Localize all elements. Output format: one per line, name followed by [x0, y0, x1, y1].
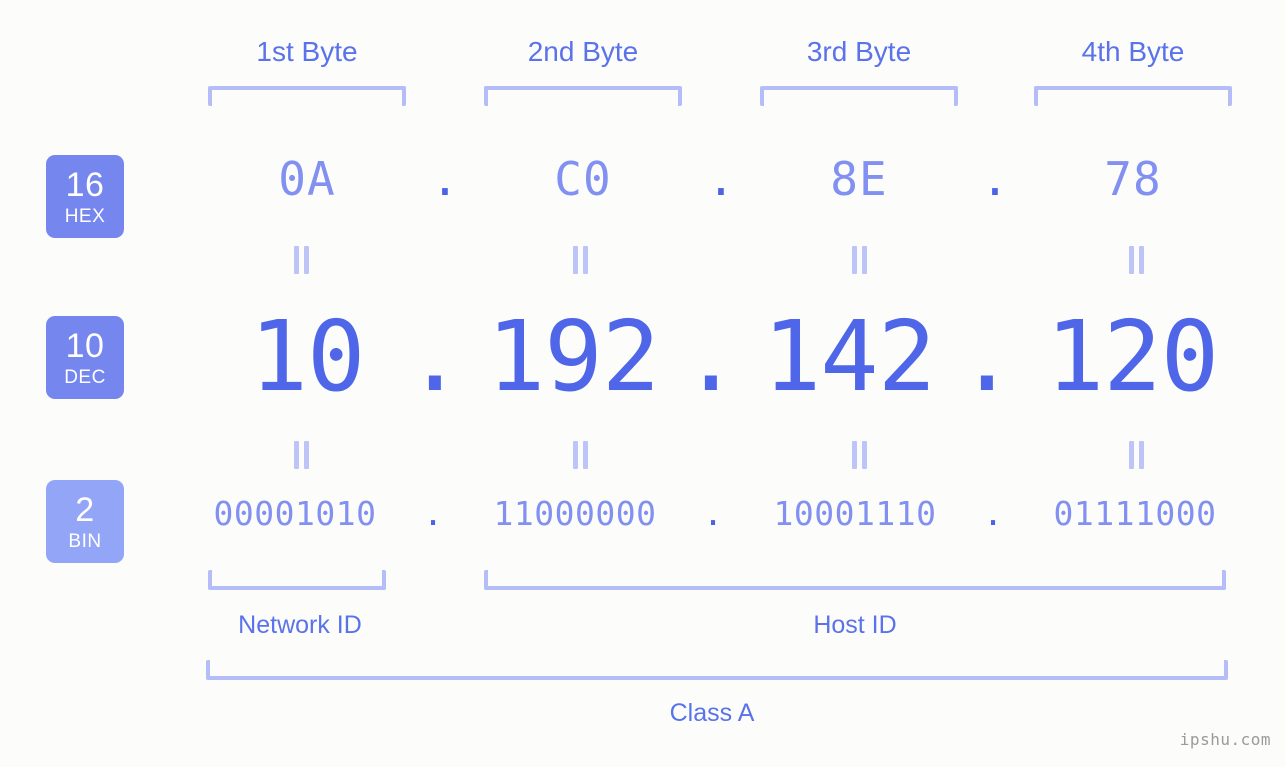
- dec-octet-3: 142: [762, 300, 936, 413]
- bin-octet-4: 01111000: [1053, 494, 1217, 533]
- hex-octet-2: C0: [554, 152, 612, 206]
- byte-bracket-1: [208, 86, 406, 106]
- byte-header-label-1: 1st Byte: [256, 36, 358, 67]
- equals-connector-hex-dec-4: [1126, 246, 1146, 274]
- class-label: Class A: [669, 699, 755, 727]
- bin-separator-2: .: [703, 494, 723, 533]
- byte-bracket-4: [1034, 86, 1232, 106]
- bin-octet-2: 11000000: [493, 494, 657, 533]
- class-bracket: [206, 660, 1228, 680]
- dec-octet-4: 120: [1045, 300, 1219, 413]
- equals-connector-dec-bin-3: [849, 441, 869, 469]
- dec-separator-3: .: [957, 300, 1017, 413]
- decimal-value-row: 10 . 192 . 142 . 120: [0, 300, 1285, 416]
- binary-value-row: 00001010 . 11000000 . 10001110 . 0111100…: [0, 494, 1285, 550]
- network-id-label: Network ID: [238, 611, 362, 639]
- equals-connector-hex-dec-1: [291, 246, 311, 274]
- bin-octet-1: 00001010: [213, 494, 377, 533]
- equals-connector-dec-bin-2: [570, 441, 590, 469]
- hex-octet-1: 0A: [278, 152, 336, 206]
- equals-connector-hex-dec-2: [570, 246, 590, 274]
- bin-separator-1: .: [423, 494, 443, 533]
- host-id-label: Host ID: [813, 611, 897, 639]
- bin-separator-3: .: [983, 494, 1003, 533]
- equals-connector-hex-dec-3: [849, 246, 869, 274]
- dec-octet-1: 10: [249, 300, 366, 413]
- byte-bracket-3: [760, 86, 958, 106]
- network-id-bracket: [208, 570, 386, 590]
- hex-octet-4: 78: [1104, 152, 1162, 206]
- byte-header-label-2: 2nd Byte: [527, 36, 639, 67]
- byte-header-label-4: 4th Byte: [1081, 36, 1185, 67]
- hex-separator-2: .: [707, 152, 735, 206]
- site-watermark: ipshu.com: [1179, 730, 1271, 749]
- dec-separator-2: .: [681, 300, 741, 413]
- host-id-bracket: [484, 570, 1226, 590]
- bin-octet-3: 10001110: [773, 494, 937, 533]
- hex-separator-3: .: [981, 152, 1009, 206]
- hex-value-row: 0A . C0 . 8E . 78: [0, 152, 1285, 242]
- equals-connector-dec-bin-1: [291, 441, 311, 469]
- dec-separator-1: .: [405, 300, 465, 413]
- equals-connector-dec-bin-4: [1126, 441, 1146, 469]
- byte-header-label-3: 3rd Byte: [806, 36, 912, 67]
- byte-bracket-2: [484, 86, 682, 106]
- hex-separator-1: .: [431, 152, 459, 206]
- hex-octet-3: 8E: [830, 152, 888, 206]
- dec-octet-2: 192: [486, 300, 660, 413]
- ip-address-breakdown-diagram: 1st Byte 2nd Byte 3rd Byte 4th Byte 16 H…: [0, 0, 1285, 767]
